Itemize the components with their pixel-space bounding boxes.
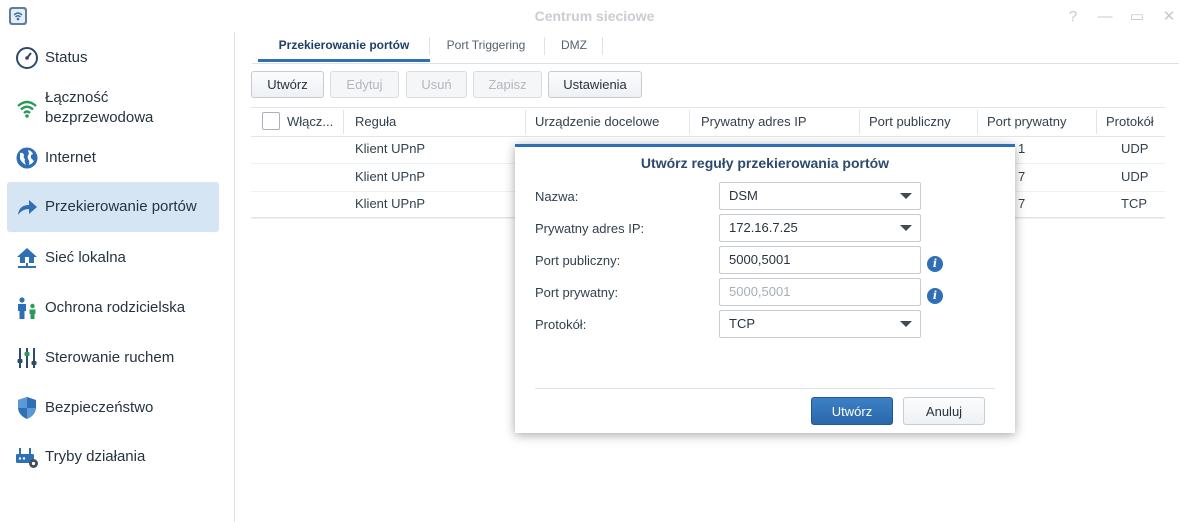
private-ip-select-value: 172.16.7.25 <box>729 220 798 235</box>
cell-rule: Klient UPnP <box>355 169 426 184</box>
create-button[interactable]: Utwórz <box>251 71 324 98</box>
sidebar-item-label: Bezpieczeństwo <box>45 399 154 416</box>
sidebar-item-local-network[interactable]: Sieć lokalna <box>7 242 219 274</box>
sidebar-item-label: Przekierowanie portów <box>45 198 197 215</box>
column-enabled[interactable]: Włącz... <box>287 108 333 136</box>
dialog-cancel-button[interactable]: Anuluj <box>903 397 985 425</box>
tab-dmz[interactable]: DMZ <box>548 32 600 62</box>
info-icon[interactable]: i <box>927 288 943 304</box>
parent-child-icon <box>18 297 36 319</box>
wifi-icon <box>17 100 37 118</box>
window-titlebar: Centrum sieciowe ? — ▭ ✕ <box>0 0 1189 32</box>
column-device[interactable]: Urządzenie docelowe <box>535 108 659 136</box>
public-port-label: Port publiczny: <box>535 253 621 268</box>
column-protocol[interactable]: Protokół <box>1106 108 1154 136</box>
sidebar: Status Łączność bezprzewodowa Internet P… <box>0 32 235 522</box>
cell-private-port: 7 <box>1018 196 1026 211</box>
tab-divider <box>602 37 603 55</box>
sidebar-item-parental-control[interactable]: Ochrona rodzicielska <box>7 292 219 324</box>
column-private-ip[interactable]: Prywatny adres IP <box>701 108 807 136</box>
column-divider <box>859 110 860 134</box>
save-button[interactable]: Zapisz <box>473 71 542 98</box>
shield-icon <box>18 397 36 419</box>
settings-button[interactable]: Ustawienia <box>548 71 642 98</box>
cell-protocol: TCP <box>1121 196 1147 211</box>
cell-protocol: UDP <box>1121 141 1149 156</box>
column-divider <box>343 110 344 134</box>
name-label: Nazwa: <box>535 189 579 204</box>
select-all-checkbox[interactable] <box>262 112 280 130</box>
protocol-select[interactable]: TCP <box>719 310 921 338</box>
router-gear-icon <box>16 448 38 468</box>
dialog-divider <box>535 388 995 389</box>
sidebar-item-label: Sieć lokalna <box>45 249 126 266</box>
chevron-down-icon <box>900 225 912 231</box>
cell-private-port: 7 <box>1018 169 1026 184</box>
sidebar-item-label: Internet <box>45 149 96 166</box>
table-header: Włącz... Reguła Urządzenie docelowe Pryw… <box>251 107 1165 137</box>
tab-port-triggering[interactable]: Port Triggering <box>432 32 540 62</box>
chevron-down-icon <box>900 193 912 199</box>
cell-protocol: UDP <box>1121 169 1149 184</box>
cell-rule: Klient UPnP <box>355 141 426 156</box>
private-ip-label: Prywatny adres IP: <box>535 221 645 236</box>
sidebar-item-wireless[interactable]: Łączność bezprzewodowa <box>7 86 219 130</box>
sidebar-item-security[interactable]: Bezpieczeństwo <box>7 392 219 424</box>
create-port-forwarding-dialog: Utwórz reguły przekierowania portów Nazw… <box>515 144 1015 433</box>
tab-divider <box>544 37 545 55</box>
name-select[interactable]: DSM <box>719 182 921 210</box>
tab-bar: Przekierowanie portów Port Triggering DM… <box>252 32 1179 64</box>
window-title: Centrum sieciowe <box>534 8 655 24</box>
cell-private-port: 1 <box>1018 141 1026 156</box>
column-private-port[interactable]: Port prywatny <box>987 108 1066 136</box>
sidebar-item-operation-modes[interactable]: Tryby działania <box>7 441 219 473</box>
chevron-down-icon <box>900 321 912 327</box>
column-public-port[interactable]: Port publiczny <box>869 108 951 136</box>
private-ip-select[interactable]: 172.16.7.25 <box>719 214 921 242</box>
sidebar-item-label: Łączność bezprzewodowa <box>45 89 154 126</box>
column-divider <box>977 110 978 134</box>
globe-icon <box>16 147 38 169</box>
sidebar-item-label: Tryby działania <box>45 448 146 465</box>
sidebar-item-port-forwarding[interactable]: Przekierowanie portów <box>7 182 219 232</box>
sidebar-item-label: Status <box>45 49 88 66</box>
sidebar-item-label: Sterowanie ruchem <box>45 349 175 366</box>
dialog-title: Utwórz reguły przekierowania portów <box>640 155 890 171</box>
help-icon[interactable]: ? <box>1063 6 1083 26</box>
forward-arrow-icon <box>18 200 37 215</box>
private-port-input[interactable]: 5000,5001 <box>719 278 921 306</box>
column-rule[interactable]: Reguła <box>355 108 396 136</box>
info-icon[interactable]: i <box>927 256 943 272</box>
column-divider <box>689 110 690 134</box>
protocol-label: Protokół: <box>535 317 587 332</box>
sliders-icon <box>17 348 37 368</box>
minimize-icon[interactable]: — <box>1095 6 1115 26</box>
sidebar-item-internet[interactable]: Internet <box>7 142 219 174</box>
dialog-create-button[interactable]: Utwórz <box>811 397 893 425</box>
sidebar-item-status[interactable]: Status <box>7 42 219 74</box>
private-port-label: Port prywatny: <box>535 285 619 300</box>
house-network-icon <box>17 248 37 268</box>
delete-button[interactable]: Usuń <box>406 71 467 98</box>
maximize-icon[interactable]: ▭ <box>1127 6 1147 26</box>
gauge-icon <box>16 47 38 69</box>
public-port-input[interactable]: 5000,5001 <box>719 246 921 274</box>
tab-port-forwarding[interactable]: Przekierowanie portów <box>258 32 430 62</box>
name-select-value: DSM <box>729 188 758 203</box>
edit-button[interactable]: Edytuj <box>330 71 399 98</box>
cell-rule: Klient UPnP <box>355 196 426 211</box>
sidebar-item-label: Ochrona rodzicielska <box>45 299 186 316</box>
column-divider <box>525 110 526 134</box>
close-icon[interactable]: ✕ <box>1159 6 1179 26</box>
sidebar-item-traffic-control[interactable]: Sterowanie ruchem <box>7 342 219 374</box>
tab-divider <box>429 37 430 55</box>
column-divider <box>1096 110 1097 134</box>
protocol-select-value: TCP <box>729 316 755 331</box>
